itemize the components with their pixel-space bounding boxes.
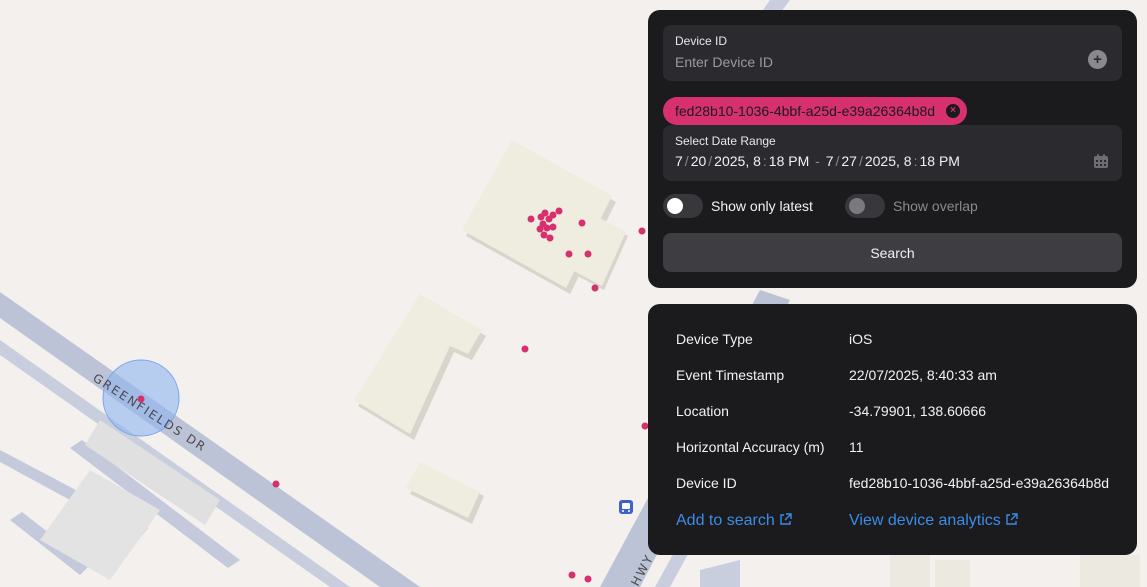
date-range-label: Select Date Range [675,134,776,148]
location-point[interactable] [549,211,557,219]
start-minute[interactable]: 18 [769,153,785,169]
device-id-input[interactable] [675,52,1075,72]
detail-key: Event Timestamp [676,367,785,383]
detail-key: Location [676,403,729,419]
detail-value: 22/07/2025, 8:40:33 am [849,367,997,383]
end-hour[interactable]: 8 [904,153,912,169]
show-overlap-label: Show overlap [893,198,978,214]
search-panel: Device ID + fed28b10-1036-4bbf-a25d-e39a… [648,10,1137,288]
device-chip[interactable]: fed28b10-1036-4bbf-a25d-e39a26364b8d × [663,97,968,125]
location-point[interactable] [546,234,554,242]
detail-value: 11 [849,439,864,455]
search-button[interactable]: Search [663,233,1122,272]
detail-key: Device Type [676,331,753,347]
external-link-icon [780,513,792,525]
plus-circle-icon[interactable]: + [1088,50,1107,69]
start-year[interactable]: 2025 [714,153,745,169]
detail-key: Horizontal Accuracy (m) [676,439,825,455]
date-range-field[interactable]: Select Date Range 7/20/2025, 8:18 PM - 7… [663,125,1122,181]
start-day[interactable]: 20 [691,153,707,169]
location-point[interactable] [527,215,535,223]
detail-value: iOS [849,331,873,347]
building [1080,555,1140,587]
show-only-latest-label: Show only latest [711,198,813,214]
device-chip-label: fed28b10-1036-4bbf-a25d-e39a26364b8d [675,103,936,119]
show-only-latest-toggle[interactable] [663,194,703,218]
bus-stop-icon[interactable] [619,500,633,514]
building [890,555,930,587]
view-device-analytics-link[interactable]: View device analytics [849,512,1018,530]
view-device-analytics-label: View device analytics [849,512,1001,529]
detail-value: fed28b10-1036-4bbf-a25d-e39a26364b8d [849,475,1110,491]
end-year[interactable]: 2025 [865,153,896,169]
location-point[interactable] [584,250,592,258]
detail-value: -34.79901, 138.60666 [849,403,987,419]
location-point[interactable] [584,575,592,583]
device-id-field[interactable]: Device ID + [663,25,1122,81]
show-overlap-toggle[interactable] [845,194,885,218]
show-overlap-toggle-row[interactable]: Show overlap [845,194,978,218]
location-point[interactable] [541,209,549,217]
start-hour[interactable]: 8 [753,153,761,169]
device-id-label: Device ID [675,34,728,48]
calendar-icon[interactable] [1093,153,1109,169]
location-point[interactable] [638,227,646,235]
end-ampm[interactable]: PM [939,153,960,169]
detail-key: Device ID [676,475,737,491]
close-icon[interactable]: × [946,104,961,118]
location-point[interactable] [555,207,563,215]
location-point[interactable] [536,225,544,233]
start-month[interactable]: 7 [675,153,683,169]
location-point[interactable] [549,223,557,231]
end-day[interactable]: 27 [841,153,857,169]
start-ampm[interactable]: PM [788,153,809,169]
location-point[interactable] [543,224,551,232]
add-to-search-label: Add to search [676,512,775,529]
location-point[interactable] [540,231,548,239]
location-point[interactable] [272,480,280,488]
location-point[interactable] [137,395,145,403]
end-month[interactable]: 7 [826,153,834,169]
location-point[interactable] [565,250,573,258]
external-link-icon [1006,513,1018,525]
add-to-search-link[interactable]: Add to search [676,512,792,530]
location-point[interactable] [591,284,599,292]
location-point[interactable] [521,345,529,353]
date-range-value[interactable]: 7/20/2025, 8:18 PM - 7/27/2025, 8:18 PM [675,153,960,169]
device-detail-panel: Device Type iOS Event Timestamp 22/07/20… [648,304,1137,555]
location-point[interactable] [578,219,586,227]
show-only-latest-toggle-row[interactable]: Show only latest [663,194,813,218]
building [935,560,970,587]
end-minute[interactable]: 18 [919,153,935,169]
location-point[interactable] [568,571,576,579]
